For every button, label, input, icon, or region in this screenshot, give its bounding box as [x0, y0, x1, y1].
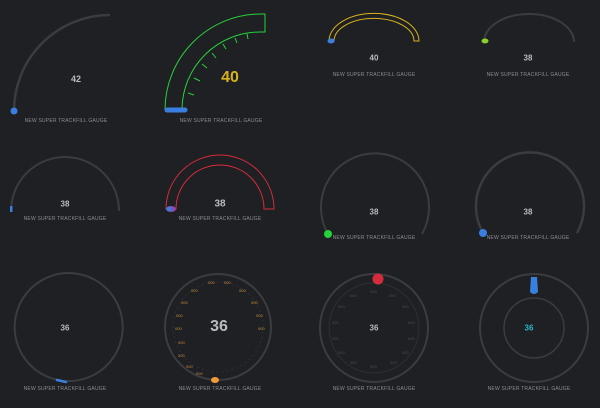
gauge-value: 42: [70, 74, 82, 84]
svg-text:000: 000: [186, 364, 193, 369]
gauge-panel-2: 40 NEW SUPER TRACKFILL GAUGE: [150, 0, 300, 136]
gauge-value: 40: [369, 53, 379, 63]
gauge-2-arc: [164, 13, 266, 113]
svg-text:000: 000: [402, 350, 409, 355]
gauge-7-fill-marker: [324, 230, 332, 238]
svg-text:000: 000: [208, 280, 215, 285]
gauge-caption: NEW SUPER TRACKFILL GAUGE: [487, 386, 571, 392]
svg-text:000: 000: [338, 350, 345, 355]
svg-text:000: 000: [350, 360, 357, 365]
svg-text:000: 000: [178, 340, 185, 345]
svg-text:000: 000: [175, 326, 182, 331]
gauge-caption: NEW SUPER TRACKFILL GAUGE: [332, 386, 416, 392]
gauge-caption: NEW SUPER TRACKFILL GAUGE: [332, 235, 416, 241]
gauge-value: 38: [523, 207, 533, 217]
svg-text:000: 000: [239, 288, 246, 293]
svg-text:000: 000: [191, 288, 198, 293]
gauge-caption: NEW SUPER TRACKFILL GAUGE: [486, 235, 570, 241]
gauge-value: 36: [60, 323, 70, 333]
svg-text:000: 000: [332, 336, 339, 341]
svg-text:000: 000: [408, 320, 415, 325]
gauge-caption: NEW SUPER TRACKFILL GAUGE: [178, 386, 262, 392]
gauge-4-fill-marker: [481, 38, 489, 44]
gauge-1-arc: [10, 13, 111, 115]
gauge-5-fill-marker: [10, 206, 13, 212]
gauge-value: 38: [523, 53, 533, 63]
svg-text:000: 000: [370, 289, 377, 294]
gauge-11-fill-marker: [372, 273, 384, 285]
gauge-caption: NEW SUPER TRACKFILL GAUGE: [332, 72, 416, 78]
gauge-panel-3: 40 NEW SUPER TRACKFILL GAUGE: [300, 0, 450, 136]
gauge-caption: NEW SUPER TRACKFILL GAUGE: [24, 118, 108, 124]
gauge-panel-12: 36 NEW SUPER TRACKFILL GAUGE: [450, 272, 600, 408]
gauge-8-arc: [474, 151, 586, 237]
gauge-caption: NEW SUPER TRACKFILL GAUGE: [23, 386, 107, 392]
svg-text:000: 000: [390, 360, 397, 365]
gauge-9-fill-marker: [55, 378, 68, 384]
gauge-panel-1: 42 NEW SUPER TRACKFILL GAUGE: [0, 0, 150, 136]
gauge-12-fill-marker: [530, 277, 538, 294]
svg-text:000: 000: [176, 313, 183, 318]
gauge-7-arc: [320, 152, 430, 238]
gauge-4-arc: [481, 13, 575, 44]
gauge-value: 36: [210, 318, 228, 335]
gauge-panel-9: 36 NEW SUPER TRACKFILL GAUGE: [0, 272, 150, 408]
gauge-panel-6: 38 NEW SUPER TRACKFILL GAUGE: [150, 136, 300, 272]
gauge-caption: NEW SUPER TRACKFILL GAUGE: [486, 72, 570, 78]
svg-text:000: 000: [350, 293, 357, 298]
gauge-caption: NEW SUPER TRACKFILL GAUGE: [179, 118, 263, 124]
svg-text:000: 000: [338, 304, 345, 309]
gauge-value: 40: [221, 69, 239, 86]
svg-text:000: 000: [251, 300, 258, 305]
svg-text:000: 000: [389, 293, 396, 298]
gauge-3-fill-marker: [327, 38, 335, 44]
gauge-caption: NEW SUPER TRACKFILL GAUGE: [23, 216, 107, 222]
gauge-panel-10: 000 000 000 000 000 000 000 000 000 000 000 00…: [150, 272, 300, 408]
gauge-panel-7: 38 NEW SUPER TRACKFILL GAUGE: [300, 136, 450, 272]
gauge-caption: NEW SUPER TRACKFILL GAUGE: [178, 216, 262, 222]
gauge-grid: 42 NEW SUPER TRACKFILL GAUGE 40 NEW SUPE…: [0, 0, 600, 408]
svg-text:000: 000: [256, 313, 263, 318]
svg-text:000: 000: [181, 300, 188, 305]
gauge-panel-11: 000 000 000 000 000 000 000 000 000 000 000 0…: [300, 272, 450, 408]
gauge-value: 38: [60, 199, 70, 209]
gauge-10-fill-marker: [211, 377, 219, 383]
svg-text:000: 000: [178, 353, 185, 358]
gauge-panel-4: 38 NEW SUPER TRACKFILL GAUGE: [450, 0, 600, 136]
svg-text:000: 000: [370, 364, 377, 369]
gauge-value: 36: [369, 323, 379, 333]
svg-text:000: 000: [408, 336, 415, 341]
gauge-5-arc: [10, 156, 120, 212]
gauge-value: 38: [214, 198, 226, 210]
gauge-panel-8: 38 NEW SUPER TRACKFILL GAUGE: [450, 136, 600, 272]
gauge-panel-5: 38 NEW SUPER TRACKFILL GAUGE: [0, 136, 150, 272]
svg-text:000: 000: [402, 304, 409, 309]
svg-text:000: 000: [258, 326, 265, 331]
svg-text:000: 000: [332, 320, 339, 325]
gauge-3-arc: [327, 12, 420, 44]
svg-text:000: 000: [224, 280, 231, 285]
gauge-value: 36: [524, 323, 534, 333]
gauge-value: 38: [369, 207, 379, 217]
gauge-1-fill-marker: [10, 107, 18, 115]
svg-text:000: 000: [196, 371, 203, 376]
